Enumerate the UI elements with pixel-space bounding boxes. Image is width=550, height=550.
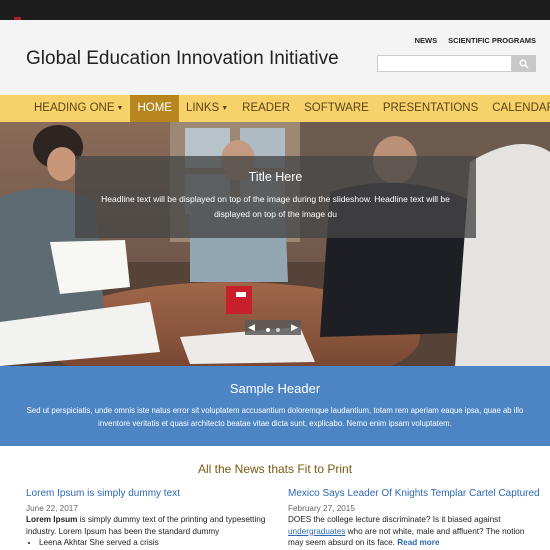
sample-header-banner: Sample Header Sed ut perspiciatis, unde … [0,366,550,446]
slide-caption-text: Headline text will be displayed on top o… [101,194,450,219]
hero-slideshow: Title Here Headline text will be display… [0,122,550,366]
news-article-date: February 27, 2015 [288,503,355,513]
utility-nav: NEWS SCIENTIFIC PROGRAMS [415,36,536,45]
slide-dot[interactable] [266,327,270,332]
nav-item-home[interactable]: HOME [130,95,179,122]
search-input[interactable] [377,55,513,72]
top-bar [0,0,550,20]
site-header: Global Education Innovation Initiative N… [0,20,550,95]
nav-item-presentations[interactable]: PRESENTATIONS [376,95,485,122]
news-article-body: DOES the college lecture discriminate? I… [288,514,538,549]
news-article-title[interactable]: Mexico Says Leader Of Knights Templar Ca… [288,488,540,500]
list-item: Leena Akhtar She served a crisis [39,537,271,549]
banner-title: Sample Header [229,381,321,396]
slider-controls: ◀ ▶ [245,320,301,335]
news-article-right: Mexico Says Leader Of Knights Templar Ca… [288,488,540,549]
slide-dot[interactable] [276,327,280,332]
nav-item-reader[interactable]: READER [235,95,297,122]
news-article-body-text: DOES the college lecture discriminate? I… [288,515,501,524]
news-article-date: June 22, 2017 [26,503,78,513]
nav-item-label: LINKS [185,102,220,114]
search-icon [519,59,529,69]
site-title[interactable]: Global Education Innovation Initiative [26,48,339,70]
read-more-link[interactable]: Read more [397,538,439,547]
news-article-body-bold: Lorem Ipsum [26,515,78,524]
chevron-down-icon: ▼ [221,105,229,112]
search-form [377,55,536,72]
news-article-title[interactable]: Lorem Ipsum is simply dummy text [26,488,271,500]
nav-item-label: SOFTWARE [304,102,369,114]
arrow-left-icon[interactable]: ◀ [248,320,255,335]
chevron-down-icon: ▼ [116,105,124,112]
news-article-bullets: Leena Akhtar She served a crisis [26,537,271,549]
news-heading: All the News thats Fit to Print [197,462,353,476]
arrow-right-icon[interactable]: ▶ [291,320,298,335]
nav-item-label: PRESENTATIONS [382,102,479,114]
banner-text: Sed ut perspiciatis, unde omnis iste nat… [26,406,524,428]
slide-caption-title: Title Here [248,170,303,184]
nav-item-label: HEADING ONE [34,102,115,114]
main-nav: HEADING ONE ▼ HOME LINKS ▼ READER SOFTWARE… [0,95,550,122]
undergraduates-link[interactable]: undergraduates [288,527,345,536]
news-article-body: Lorem Ipsum is simply dummy text of the … [26,514,271,537]
nav-item-label: READER [242,102,291,114]
nav-item-links[interactable]: LINKS ▼ [179,95,235,122]
utility-link-scientific-programs[interactable]: SCIENTIFIC PROGRAMS [448,36,536,45]
news-article-left: Lorem Ipsum is simply dummy text June 22… [26,488,271,549]
nav-item-calendar[interactable]: CALENDAR [485,95,550,122]
nav-item-heading-one[interactable]: HEADING ONE ▼ [27,95,130,122]
search-button[interactable] [512,55,536,72]
slide-caption: Title Here Headline text will be display… [75,156,476,238]
nav-item-label: HOME [137,102,172,114]
nav-item-label: CALENDAR [492,102,550,114]
utility-link-news[interactable]: NEWS [415,36,438,45]
nav-item-software[interactable]: SOFTWARE [297,95,376,122]
